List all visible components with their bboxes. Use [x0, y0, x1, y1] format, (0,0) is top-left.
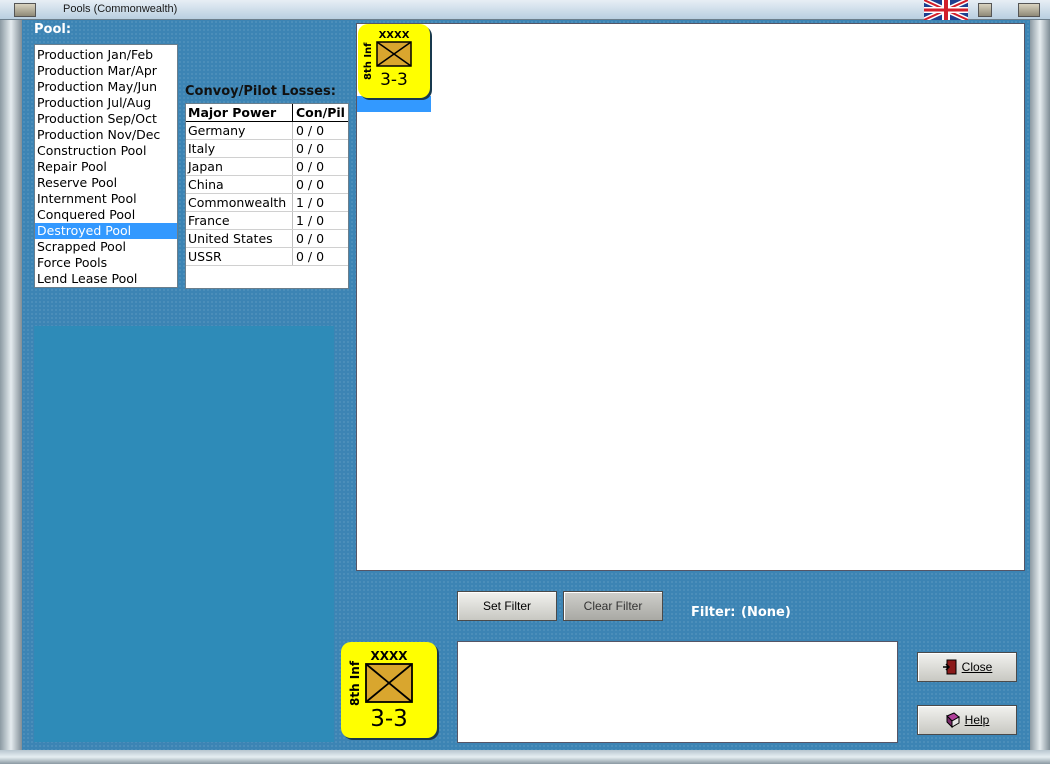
table-row: Commonwealth 1 / 0	[186, 194, 348, 212]
table-row: France 1 / 0	[186, 212, 348, 230]
losses-table-header: Major Power Con/Pil	[186, 104, 348, 122]
help-book-icon	[945, 712, 961, 729]
table-row: China 0 / 0	[186, 176, 348, 194]
major-power-cell: USSR	[186, 248, 293, 265]
table-row: United States 0 / 0	[186, 230, 348, 248]
losses-table-body: Germany 0 / 0 Italy 0 / 0 Japan 0 / 0 China 0 /…	[186, 122, 348, 266]
unit-size-label: XXXX	[378, 30, 410, 41]
table-row: Italy 0 / 0	[186, 140, 348, 158]
column-header-con-pil[interactable]: Con/Pil	[293, 104, 348, 121]
pool-list-item[interactable]: Force Pools	[35, 255, 177, 271]
unit-counter-small[interactable]: 8th Inf XXXX 3-3	[358, 24, 430, 98]
major-power-cell: Japan	[186, 158, 293, 175]
close-button[interactable]: Close	[917, 652, 1017, 682]
unit-description-box	[457, 641, 898, 743]
system-menu-button[interactable]	[14, 3, 36, 17]
pool-list-item[interactable]: Internment Pool	[35, 191, 177, 207]
exit-door-icon	[942, 659, 958, 675]
pool-list-item[interactable]: Production Sep/Oct	[35, 111, 177, 127]
con-pil-cell: 0 / 0	[296, 123, 325, 138]
pool-list-item[interactable]: Conquered Pool	[35, 207, 177, 223]
major-power-cell: Italy	[186, 140, 293, 157]
pool-list-item[interactable]: Production Mar/Apr	[35, 63, 177, 79]
table-row: Japan 0 / 0	[186, 158, 348, 176]
uk-flag-icon	[922, 0, 970, 23]
con-pil-cell: 1 / 0	[296, 213, 325, 228]
frame-right	[1030, 20, 1050, 764]
pool-list-item[interactable]: Production Jan/Feb	[35, 47, 177, 63]
minimize-button[interactable]	[1018, 3, 1040, 17]
pool-list-item[interactable]: Destroyed Pool	[35, 223, 177, 239]
major-power-cell: United States	[186, 230, 293, 247]
con-pil-cell: 0 / 0	[296, 249, 325, 264]
unit-name-label: 8th Inf	[348, 660, 362, 706]
table-row: Germany 0 / 0	[186, 122, 348, 140]
pool-list-item[interactable]: Production Nov/Dec	[35, 127, 177, 143]
filter-label: Filter:	[691, 605, 736, 620]
unit-detail-panel	[34, 326, 334, 742]
pool-list-item[interactable]: Construction Pool	[35, 143, 177, 159]
close-button-label: Close	[961, 660, 993, 674]
pool-list-item[interactable]: Scrapped Pool	[35, 239, 177, 255]
losses-table: Major Power Con/Pil Germany 0 / 0 Italy 0 /…	[185, 103, 349, 289]
unit-strength-label: 3-3	[370, 706, 408, 732]
pool-list[interactable]: Production Jan/Feb Production Mar/Apr Prod…	[34, 44, 178, 288]
major-power-cell: Commonwealth	[186, 194, 293, 211]
convoy-pilot-losses-label: Convoy/Pilot Losses:	[185, 84, 336, 99]
con-pil-cell: 0 / 0	[296, 231, 325, 246]
filter-value: (None)	[741, 605, 791, 620]
major-power-cell: China	[186, 176, 293, 193]
help-button-label: Help	[964, 713, 990, 727]
con-pil-cell: 0 / 0	[296, 159, 325, 174]
resize-handle[interactable]	[978, 3, 992, 17]
infantry-symbol-icon	[365, 663, 413, 703]
column-header-major-power[interactable]: Major Power	[186, 104, 293, 121]
pool-list-item[interactable]: Production Jul/Aug	[35, 95, 177, 111]
con-pil-cell: 0 / 0	[296, 141, 325, 156]
selected-unit-highlight	[357, 96, 431, 112]
pool-list-item[interactable]: Lend Lease Pool	[35, 271, 177, 287]
title-bar: Pools (Commonwealth)	[0, 0, 1050, 23]
unit-counter-large: 8th Inf XXXX 3-3	[341, 642, 437, 738]
pool-label: Pool:	[34, 22, 72, 37]
major-power-cell: France	[186, 212, 293, 229]
window-title: Pools (Commonwealth)	[63, 3, 178, 15]
pool-list-item[interactable]: Reserve Pool	[35, 175, 177, 191]
table-row: USSR 0 / 0	[186, 248, 348, 266]
pool-list-item[interactable]: Production May/Jun	[35, 79, 177, 95]
con-pil-cell: 1 / 0	[296, 195, 325, 210]
frame-bottom	[0, 750, 1050, 764]
set-filter-button[interactable]: Set Filter	[457, 591, 557, 621]
unit-size-label: XXXX	[370, 649, 408, 663]
help-button[interactable]: Help	[917, 705, 1017, 735]
clear-filter-button[interactable]: Clear Filter	[563, 591, 663, 621]
con-pil-cell: 0 / 0	[296, 177, 325, 192]
major-power-cell: Germany	[186, 122, 293, 139]
pool-list-item[interactable]: Repair Pool	[35, 159, 177, 175]
unit-strength-label: 3-3	[380, 70, 408, 90]
units-display-area[interactable]	[356, 23, 1025, 571]
infantry-symbol-icon	[376, 41, 412, 67]
frame-left	[0, 20, 22, 764]
